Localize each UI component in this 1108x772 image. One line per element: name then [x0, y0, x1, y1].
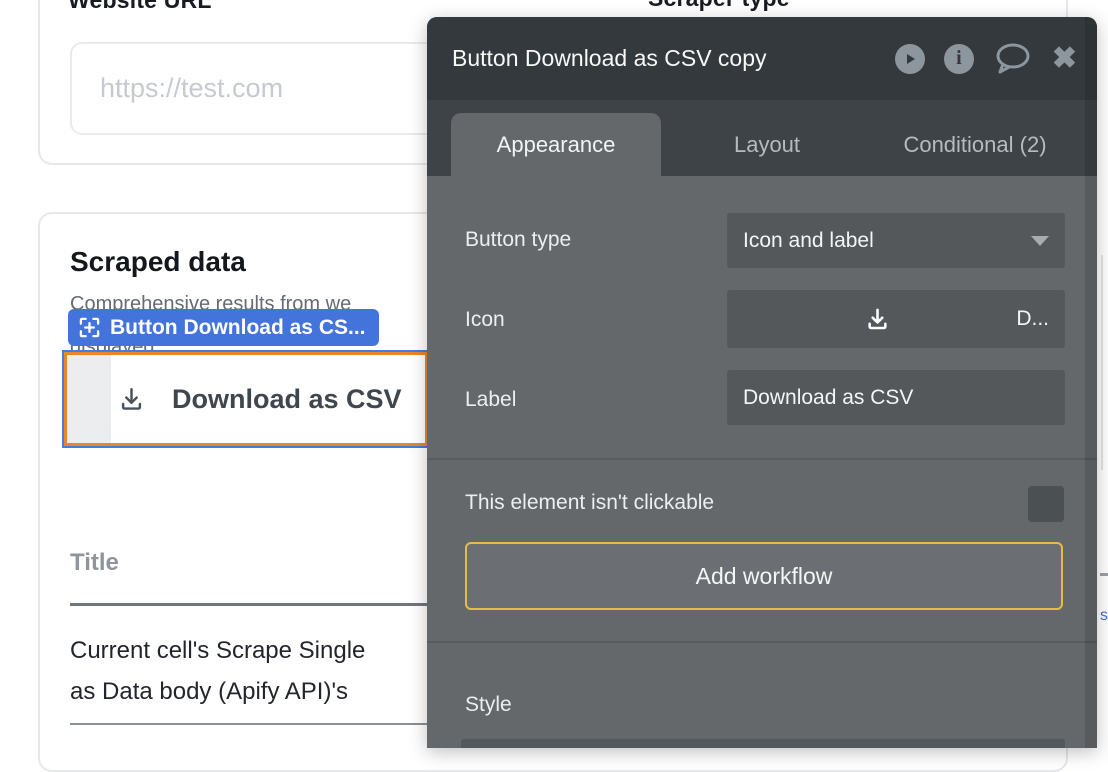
panel-title: Button Download as CSV copy: [452, 45, 767, 72]
comment-bubble-icon[interactable]: [993, 42, 1033, 76]
panel-scrollbar[interactable]: [1085, 17, 1097, 748]
chevron-down-icon: [1031, 236, 1049, 246]
section-divider: [427, 458, 1097, 460]
canvas-download-button[interactable]: Download as CSV: [62, 350, 430, 448]
table-row-divider: [70, 723, 430, 725]
download-icon: [116, 384, 147, 415]
info-icon[interactable]: i: [944, 44, 974, 74]
scraper-type-label: Scraper type: [648, 0, 790, 12]
style-dropdown[interactable]: [461, 739, 1065, 748]
icon-label: Icon: [465, 308, 505, 332]
page-sliver-border: [1101, 255, 1103, 470]
page-sliver-tick: [1100, 573, 1108, 576]
label-input[interactable]: Download as CSV: [727, 370, 1065, 425]
scraped-data-title: Scraped data: [70, 246, 246, 278]
tab-layout[interactable]: Layout: [707, 113, 827, 176]
button-left-strip: [67, 355, 111, 443]
section-divider: [427, 641, 1097, 643]
close-icon[interactable]: ✖: [1052, 44, 1077, 74]
preview-play-icon[interactable]: [895, 44, 925, 74]
panel-tabbar: Appearance Layout Conditional (2): [427, 100, 1097, 176]
button-type-label: Button type: [465, 228, 571, 252]
button-type-dropdown[interactable]: Icon and label: [727, 213, 1065, 268]
not-clickable-note: This element isn't clickable: [465, 491, 714, 515]
tab-conditional[interactable]: Conditional (2): [870, 113, 1080, 176]
select-plus-icon: [78, 316, 101, 339]
canvas-button-label: Download as CSV: [172, 384, 402, 415]
download-icon: [863, 305, 892, 334]
icon-value-truncated: D...: [1016, 307, 1049, 331]
table-header-divider: [70, 603, 430, 606]
table-cell-line2: as Data body (Apify API)'s: [70, 671, 365, 712]
table-cell-line1: Current cell's Scrape Single: [70, 630, 365, 671]
style-section-label: Style: [465, 693, 512, 717]
selected-element-badge[interactable]: Button Download as CS...: [68, 309, 379, 346]
website-url-input[interactable]: [70, 42, 470, 135]
selected-element-badge-label: Button Download as CS...: [110, 316, 366, 340]
website-url-label: Website URL: [68, 0, 212, 14]
table-cell: Current cell's Scrape Single as Data bod…: [70, 630, 365, 712]
property-editor-panel: Button Download as CSV copy i ✖ Appearan…: [427, 17, 1097, 748]
clickable-checkbox[interactable]: [1028, 486, 1064, 522]
tab-appearance[interactable]: Appearance: [451, 113, 661, 176]
table-column-header: Title: [70, 549, 119, 577]
button-type-value: Icon and label: [743, 229, 874, 253]
icon-picker-field[interactable]: D...: [727, 290, 1065, 348]
add-workflow-button[interactable]: Add workflow: [465, 542, 1063, 610]
label-field-label: Label: [465, 388, 516, 412]
label-input-value: Download as CSV: [743, 386, 913, 410]
page-sliver-link-fragment: s: [1100, 607, 1108, 623]
panel-header: Button Download as CSV copy i ✖: [427, 17, 1097, 100]
